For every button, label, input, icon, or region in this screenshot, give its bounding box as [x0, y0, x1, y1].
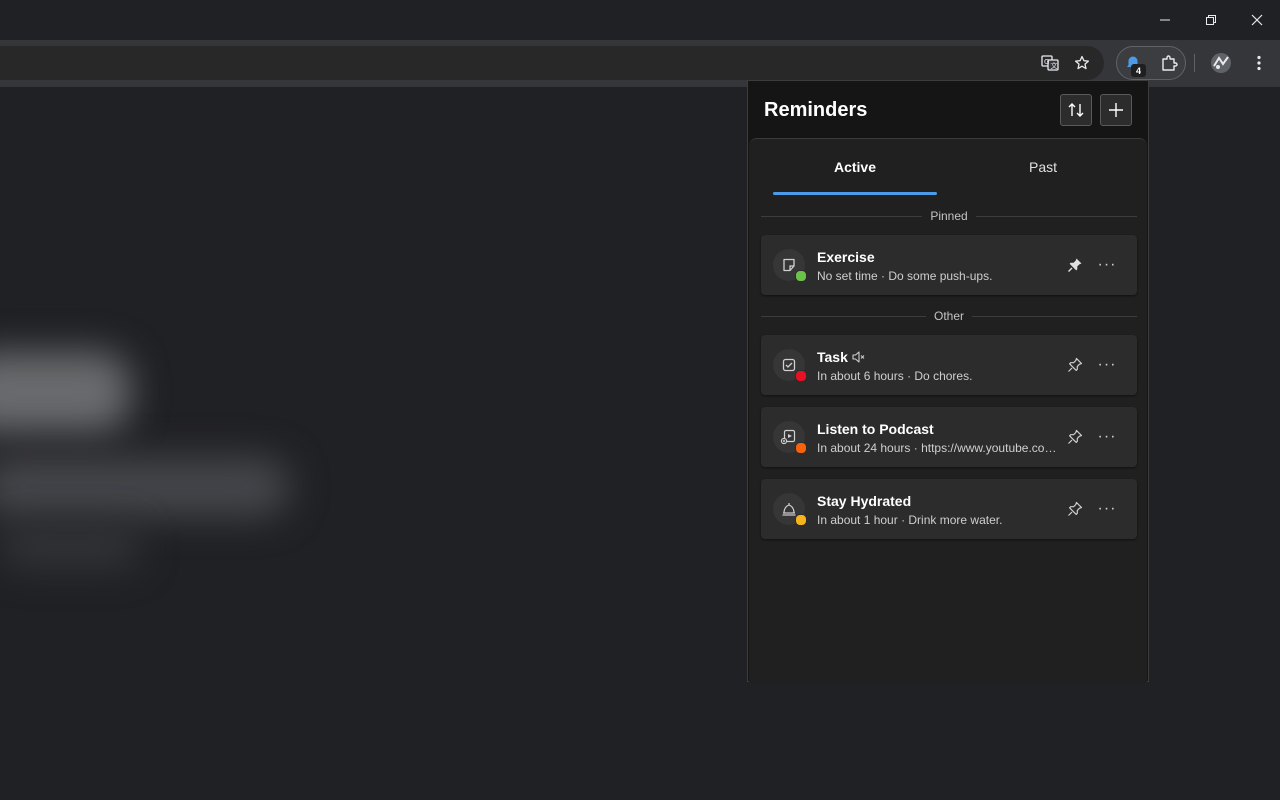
pin-filled-icon [1068, 258, 1082, 272]
svg-text:G: G [1044, 58, 1049, 66]
status-dot [795, 270, 807, 282]
reminder-title-text: Exercise [817, 249, 875, 265]
close-icon [1251, 14, 1263, 26]
svg-text:文: 文 [1051, 61, 1058, 70]
address-bar[interactable] [0, 46, 1104, 80]
reminder-subtitle: No set time · Do some push-ups. [817, 269, 993, 283]
reminder-title: Exercise [817, 249, 875, 265]
ellipsis-icon: ··· [1097, 256, 1117, 273]
reminder-title: Listen to Podcast [817, 421, 934, 437]
more-options-button[interactable]: ··· [1095, 425, 1119, 449]
section-pinned: Pinned [761, 209, 1137, 223]
section-other: Other [761, 309, 1138, 323]
section-label: Pinned [930, 209, 968, 223]
reminder-title: Stay Hydrated [817, 493, 911, 509]
status-dot [795, 514, 807, 526]
star-icon [1074, 55, 1090, 70]
ellipsis-icon: ··· [1097, 356, 1117, 373]
restore-button[interactable] [1188, 0, 1234, 40]
status-dot [795, 442, 807, 454]
reminder-card-listen-to-podcast[interactable]: Listen to Podcast In about 24 hours · ht… [761, 407, 1137, 467]
tab-past[interactable]: Past [961, 139, 1125, 195]
toolbar-divider [1194, 54, 1195, 72]
reminders-panel: Active Past Pinned Exercise No set time … [749, 138, 1147, 682]
reminder-title-text: Listen to Podcast [817, 421, 934, 437]
title-bar [0, 0, 1280, 40]
profile-button[interactable] [1207, 49, 1235, 77]
kebab-menu-icon [1257, 55, 1261, 71]
sort-arrows-icon [1068, 103, 1084, 117]
minimize-icon [1160, 19, 1170, 21]
popup-title: Reminders [764, 99, 868, 121]
muted-speaker-icon [852, 351, 865, 363]
active-tab-indicator [773, 192, 937, 195]
avatar-icon [1211, 53, 1231, 73]
bookmark-button[interactable] [1068, 49, 1096, 77]
ellipsis-icon: ··· [1097, 500, 1117, 517]
reminder-card-exercise[interactable]: Exercise No set time · Do some push-ups.… [761, 235, 1137, 295]
blurred-shape [0, 352, 130, 432]
pin-outline-icon [1068, 501, 1083, 516]
reminder-card-task[interactable]: Task In about 6 hours · Do chores. ··· [761, 335, 1137, 395]
reminder-subtitle: In about 1 hour · Drink more water. [817, 513, 1003, 527]
pin-outline-icon [1068, 357, 1083, 372]
more-options-button[interactable]: ··· [1095, 497, 1119, 521]
section-label: Other [934, 309, 965, 323]
reminder-title-text: Stay Hydrated [817, 493, 912, 509]
extension-badge: 4 [1131, 64, 1146, 77]
reminders-popup: Reminders Active Past Pinned Exercise No… [747, 80, 1149, 682]
translate-icon: G文 [1041, 55, 1059, 71]
reminder-card-stay-hydrated[interactable]: Stay Hydrated In about 1 hour · Drink mo… [761, 479, 1137, 539]
puzzle-icon [1162, 55, 1178, 71]
blurred-shape [0, 527, 140, 567]
pin-button[interactable] [1063, 497, 1087, 521]
close-window-button[interactable] [1234, 0, 1280, 40]
pin-button[interactable] [1063, 425, 1087, 449]
ellipsis-icon: ··· [1097, 428, 1117, 445]
tab-active[interactable]: Active [773, 139, 937, 195]
plus-icon [1109, 103, 1123, 117]
pin-outline-icon [1068, 429, 1083, 444]
reminder-subtitle: In about 24 hours · https://www.youtube.… [817, 441, 1057, 455]
reminder-title: Task [817, 349, 866, 365]
browser-menu-button[interactable] [1245, 49, 1273, 77]
reminder-subtitle: In about 6 hours · Do chores. [817, 369, 973, 383]
reminder-title-text: Task [817, 349, 848, 365]
restore-icon [1206, 15, 1216, 25]
minimize-button[interactable] [1142, 0, 1188, 40]
status-dot [795, 370, 807, 382]
unpin-button[interactable] [1063, 253, 1087, 277]
pin-button[interactable] [1063, 353, 1087, 377]
sort-button[interactable] [1060, 94, 1092, 126]
blurred-shape [0, 457, 290, 517]
more-options-button[interactable]: ··· [1095, 353, 1119, 377]
translate-button[interactable]: G文 [1036, 49, 1064, 77]
more-options-button[interactable]: ··· [1095, 253, 1119, 277]
extensions-button[interactable] [1155, 49, 1183, 77]
add-reminder-button[interactable] [1100, 94, 1132, 126]
